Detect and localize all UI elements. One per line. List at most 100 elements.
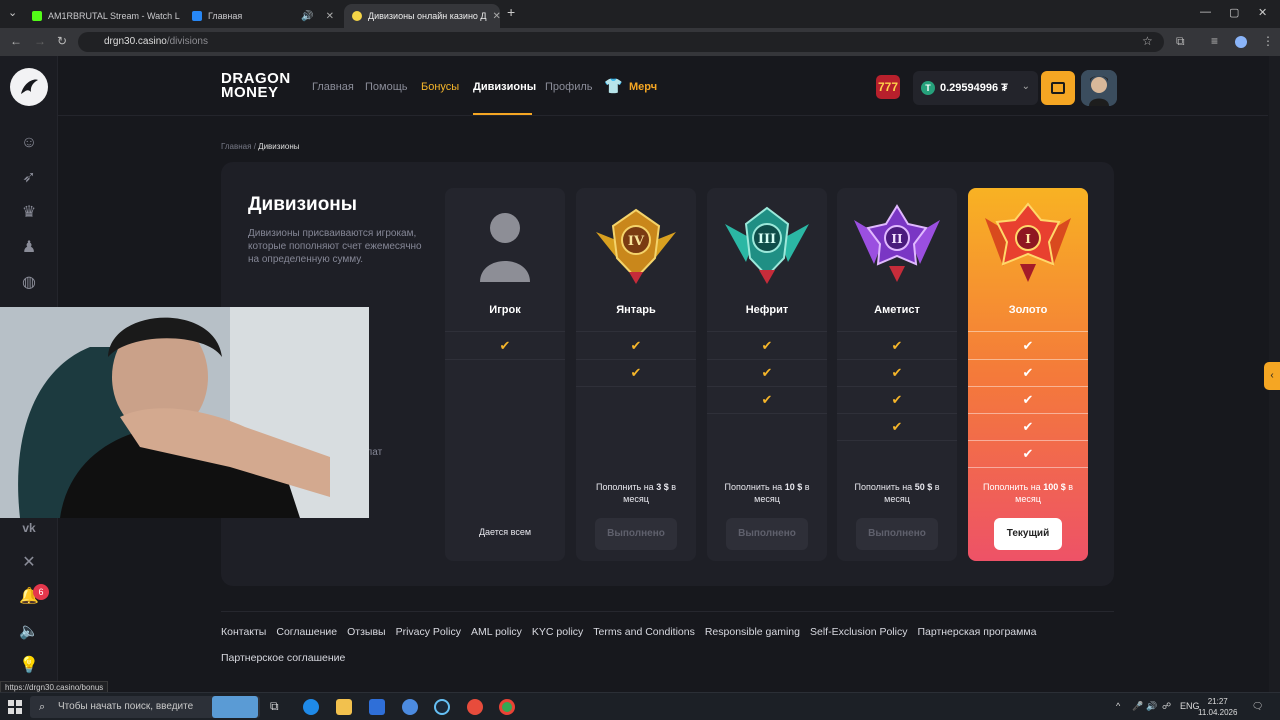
footer-link-partner-program[interactable]: Партнерская программа xyxy=(917,626,1036,638)
browser-tab-bar: ⌄ AM1RBRUTAL Stream - Watch L ✕ Главная … xyxy=(0,0,1280,28)
divider xyxy=(837,359,957,360)
current-division-button[interactable]: Текущий xyxy=(994,518,1062,550)
network-icon[interactable]: ☍ xyxy=(1162,701,1171,712)
person-icon[interactable]: ♟ xyxy=(19,238,39,258)
maximize-icon[interactable]: ▢ xyxy=(1229,6,1239,19)
division-requirement: Пополнить на 100 $ в месяц xyxy=(982,482,1074,504)
forward-icon[interactable]: → xyxy=(34,34,46,48)
mic-icon[interactable]: 🎤 xyxy=(1132,701,1143,712)
check-icon: ✔ xyxy=(761,365,773,380)
language-indicator[interactable]: ENG xyxy=(1180,701,1200,711)
audio-icon[interactable]: 🔊 xyxy=(301,11,313,22)
obs-icon[interactable] xyxy=(467,699,483,715)
media-control-icon[interactable]: ≡ xyxy=(1211,34,1218,48)
vk-rail-icon[interactable]: vk xyxy=(19,518,39,538)
footer-link-terms[interactable]: Terms and Conditions xyxy=(593,626,695,638)
bookmark-star-icon[interactable]: ☆ xyxy=(1142,34,1153,48)
footer-link-privacy[interactable]: Privacy Policy xyxy=(396,626,461,638)
extensions-icon[interactable]: ⧉ xyxy=(1176,34,1185,49)
wallet-button[interactable] xyxy=(1041,71,1075,105)
rocket-icon[interactable]: ➶ xyxy=(19,168,39,188)
store-icon[interactable] xyxy=(369,699,385,715)
task-view-icon[interactable]: ⧉ xyxy=(270,699,286,715)
browser-tab-vk[interactable]: Главная 🔊 ✕ xyxy=(184,4,342,28)
footer-link-contacts[interactable]: Контакты xyxy=(221,626,266,638)
tab-search-icon[interactable]: ⌄ xyxy=(8,6,17,19)
sound-icon[interactable]: 🔈 xyxy=(19,622,39,642)
minimize-icon[interactable]: — xyxy=(1200,6,1211,18)
footer-link-aml[interactable]: AML policy xyxy=(471,626,522,638)
footer-divider xyxy=(221,611,1114,612)
expand-side-panel-button[interactable]: ‹ xyxy=(1264,362,1280,390)
close-window-icon[interactable]: ✕ xyxy=(1258,6,1267,19)
reload-icon[interactable]: ↻ xyxy=(57,34,67,48)
completed-button[interactable]: Выполнено xyxy=(726,518,808,550)
site-header: DRAGON MONEY Главная Помощь Бонусы Дивиз… xyxy=(58,56,1268,116)
windows-start-icon[interactable] xyxy=(8,700,22,714)
footer-link-responsible[interactable]: Responsible gaming xyxy=(705,626,800,638)
nav-bonuses[interactable]: Бонусы xyxy=(421,81,459,93)
tray-chevron-icon[interactable]: ^ xyxy=(1116,701,1120,711)
player-silhouette-icon xyxy=(480,213,530,282)
steam-icon[interactable] xyxy=(434,699,450,715)
mail-icon[interactable] xyxy=(402,699,418,715)
brand-line-2: MONEY xyxy=(221,84,279,101)
check-icon: ✔ xyxy=(891,419,903,434)
globe-icon[interactable]: ◍ xyxy=(19,273,39,293)
division-requirement: Пополнить на 50 $ в месяц xyxy=(854,482,940,504)
footer-link-agreement[interactable]: Соглашение xyxy=(276,626,337,638)
edge-icon[interactable] xyxy=(303,699,319,715)
crown-icon[interactable]: ♛ xyxy=(19,203,39,223)
nav-divisions[interactable]: Дивизионы xyxy=(473,81,536,93)
chrome-icon[interactable] xyxy=(499,699,515,715)
breadcrumb-home[interactable]: Главная xyxy=(221,142,251,151)
close-tab-icon[interactable]: ✕ xyxy=(326,11,334,22)
dragon-logo-icon[interactable] xyxy=(10,68,48,106)
completed-button[interactable]: Выполнено xyxy=(595,518,677,550)
file-explorer-icon[interactable] xyxy=(336,699,352,715)
footer-link-kyc[interactable]: KYC policy xyxy=(532,626,583,638)
close-tab-icon[interactable]: ✕ xyxy=(493,11,500,22)
footer-link-partner-agreement[interactable]: Партнерское соглашение xyxy=(221,652,345,664)
x-social-icon[interactable]: ✕ xyxy=(19,553,39,573)
footer-link-reviews[interactable]: Отзывы xyxy=(347,626,385,638)
chevron-down-icon: ⌄ xyxy=(1021,81,1030,92)
check-icon: ✔ xyxy=(891,365,903,380)
balance-dropdown[interactable]: T 0.29594996 ₮ ⌄ xyxy=(913,71,1038,105)
notification-center-icon[interactable]: 🗨 xyxy=(1252,701,1263,712)
url-field[interactable]: drgn30.casino/divisions xyxy=(78,32,1164,52)
volume-icon[interactable]: 🔊 xyxy=(1146,701,1157,712)
page-description: Дивизионы присваиваются игрокам, которые… xyxy=(248,228,422,265)
amethyst-emblem-icon: II xyxy=(854,204,940,282)
check-icon: ✔ xyxy=(1022,446,1034,461)
slots-777-icon[interactable]: 777 xyxy=(876,75,900,99)
check-icon: ✔ xyxy=(891,338,903,353)
brand-logo[interactable]: DRAGON MONEY xyxy=(221,71,291,101)
nav-help[interactable]: Помощь xyxy=(365,81,408,93)
check-icon: ✔ xyxy=(1022,338,1034,353)
smile-icon[interactable]: ☺ xyxy=(19,133,39,153)
taskbar-clock[interactable]: 21:27 11.04.2026 xyxy=(1198,696,1237,718)
avatar-illustration-icon xyxy=(1081,70,1117,106)
nav-profile[interactable]: Профиль xyxy=(545,81,593,93)
back-icon[interactable]: ← xyxy=(10,34,22,48)
nav-merch[interactable]: Мерч xyxy=(629,81,657,93)
search-highlight-image[interactable] xyxy=(212,696,258,718)
tab-label: Главная xyxy=(208,11,243,21)
kick-icon xyxy=(32,11,42,21)
browser-menu-icon[interactable]: ⋮ xyxy=(1262,34,1274,48)
casino-favicon-icon xyxy=(352,11,362,21)
browser-tab-stream[interactable]: AM1RBRUTAL Stream - Watch L ✕ xyxy=(24,4,182,28)
breadcrumb-separator: / xyxy=(253,142,256,151)
amber-emblem-icon: IV xyxy=(596,208,676,284)
footer-link-self-exclusion[interactable]: Self-Exclusion Policy xyxy=(810,626,907,638)
browser-tab-divisions[interactable]: Дивизионы онлайн казино Д ✕ xyxy=(344,4,500,28)
nav-home[interactable]: Главная xyxy=(312,81,354,93)
new-tab-button[interactable]: + xyxy=(507,4,515,20)
svg-text:II: II xyxy=(891,232,903,246)
completed-button[interactable]: Выполнено xyxy=(856,518,938,550)
divider xyxy=(445,359,565,360)
lightbulb-icon[interactable]: 💡 xyxy=(19,656,39,676)
user-avatar[interactable] xyxy=(1081,70,1117,106)
profile-avatar-icon[interactable] xyxy=(1235,36,1247,48)
